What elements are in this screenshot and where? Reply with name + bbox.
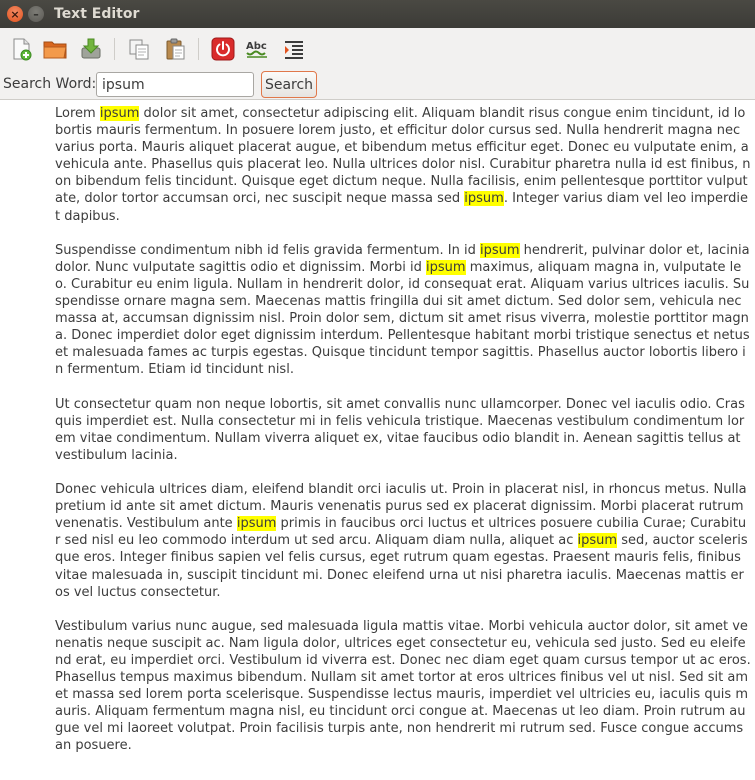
- paragraph: Vestibulum varius nunc augue, sed malesu…: [55, 618, 751, 755]
- toolbar-separator: [114, 38, 115, 60]
- quit-button[interactable]: [210, 36, 236, 62]
- new-file-button[interactable]: [8, 36, 34, 62]
- search-highlight: ipsum: [464, 191, 504, 207]
- text-run: Suspendisse condimentum nibh id felis gr…: [55, 242, 480, 258]
- paragraph: Donec vehicula ultrices diam, eleifend b…: [55, 481, 751, 601]
- search-highlight: ipsum: [426, 259, 466, 275]
- window-title: Text Editor: [54, 6, 140, 22]
- open-folder-icon: [43, 41, 67, 59]
- document-text[interactable]: Lorem ipsum dolor sit amet, consectetur …: [55, 105, 751, 772]
- text-editor-area[interactable]: Lorem ipsum dolor sit amet, consectetur …: [0, 101, 755, 780]
- quit-icon: [211, 37, 235, 61]
- indent-button[interactable]: [281, 36, 307, 62]
- paragraph: Ut consectetur quam non neque lobortis, …: [55, 396, 751, 464]
- search-word-label: Search Word:: [3, 76, 97, 92]
- spell-check-button[interactable]: Abc: [245, 36, 271, 62]
- new-file-icon: [13, 38, 32, 61]
- search-highlight: ipsum: [577, 533, 618, 549]
- copy-button[interactable]: [126, 36, 152, 62]
- title-bar: × – Text Editor: [0, 0, 755, 28]
- search-bar: Search Word: Search: [0, 70, 755, 100]
- search-highlight: ipsum: [236, 516, 277, 532]
- indent-icon: [285, 41, 303, 59]
- spell-check-icon: Abc: [246, 41, 267, 58]
- paragraph: Suspendisse condimentum nibh id felis gr…: [55, 242, 751, 379]
- save-icon: [81, 38, 101, 59]
- paste-button[interactable]: [162, 36, 188, 62]
- text-run: maximus, aliquam magna in, vulputate leo…: [55, 259, 754, 378]
- svg-text:Abc: Abc: [246, 41, 267, 52]
- search-input[interactable]: [96, 72, 254, 97]
- paste-icon: [166, 38, 185, 60]
- open-file-button[interactable]: [42, 36, 68, 62]
- text-run: Vestibulum varius nunc augue, sed malesu…: [55, 618, 755, 754]
- save-button[interactable]: [78, 36, 104, 62]
- text-run: Ut consectetur quam non neque lobortis, …: [55, 396, 749, 463]
- search-highlight: ipsum: [479, 242, 520, 258]
- toolbar: Abc: [0, 28, 755, 70]
- close-window-button[interactable]: ×: [7, 6, 23, 22]
- text-run: Lorem: [55, 106, 100, 121]
- search-highlight: ipsum: [99, 106, 140, 121]
- copy-icon: [129, 39, 149, 60]
- close-icon: ×: [10, 7, 20, 21]
- paragraph: Lorem ipsum dolor sit amet, consectetur …: [55, 105, 751, 225]
- minimize-window-button[interactable]: –: [28, 6, 44, 22]
- minimize-icon: –: [33, 7, 39, 21]
- search-button[interactable]: Search: [261, 71, 317, 98]
- toolbar-separator: [198, 38, 199, 60]
